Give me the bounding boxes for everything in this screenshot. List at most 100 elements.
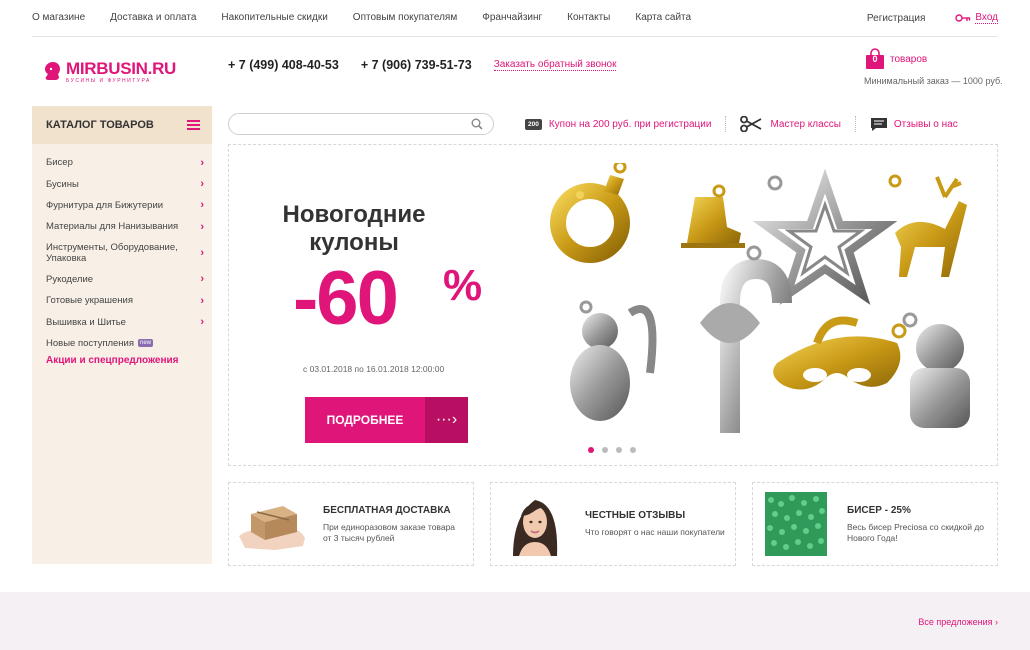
banner-title: Новогодние кулоны (282, 201, 426, 256)
sidebar-item-jewelry[interactable]: Готовые украшения › (32, 290, 212, 311)
account-links: Регистрация Вход (867, 12, 998, 24)
divider (725, 116, 727, 132)
sidebar-item-label: Рукоделие (46, 273, 94, 285)
slider-dot-4[interactable] (630, 447, 636, 453)
reviews-label: Отзывы о нас (893, 118, 958, 130)
feature-honest-reviews[interactable]: ЧЕСТНЫЕ ОТЗЫВЫ Что говорят о нас наши по… (490, 482, 736, 566)
shopping-bag-icon: 0 (864, 48, 886, 70)
catalog-sidebar: КАТАЛОГ ТОВАРОВ Бисер › Бусины › Фурнитура… (32, 106, 212, 564)
all-offers-link[interactable]: Все предложения › (918, 617, 998, 627)
top-divider (32, 36, 998, 37)
banner-button-label: ПОДРОБНЕЕ (326, 413, 404, 427)
sidebar-item-label: Инструменты, Оборудование, Упаковка (46, 242, 178, 265)
login-link[interactable]: Вход (955, 12, 998, 24)
sidebar-item-label: Новые поступления (46, 337, 134, 349)
chevron-right-icon: › (200, 199, 204, 212)
chevron-right-icon: › (200, 220, 204, 233)
logo-subtitle: БУСИНЫ И ФУРНИТУРА (66, 78, 151, 84)
sidebar-item-findings[interactable]: Фурнитура для Бижутерии › (32, 195, 212, 216)
sidebar-item-handicraft[interactable]: Рукоделие › (32, 269, 212, 290)
catalog-header[interactable]: КАТАЛОГ ТОВАРОВ (32, 106, 212, 144)
slider-dot-1[interactable] (588, 447, 594, 453)
login-label: Вход (975, 12, 998, 24)
sidebar-item-label: Готовые украшения (46, 295, 133, 307)
masterclass-link[interactable]: Мастер классы (740, 116, 841, 132)
topnav-franchise[interactable]: Франчайзинг (482, 12, 542, 23)
promo-banner[interactable]: Новогодние кулоны -60 % с 03.01.2018 по … (228, 144, 998, 466)
chevron-right-icon: › (200, 316, 204, 329)
coupon-tag-icon: 200 (525, 118, 542, 130)
skate-pendant (681, 184, 745, 248)
search-input[interactable] (239, 114, 469, 134)
cart-widget[interactable]: 0 товаров Минимальный заказ — 1000 руб. (864, 48, 1003, 86)
callback-link[interactable]: Заказать обратный звонок (493, 59, 617, 71)
coupon-label: Купон на 200 руб. при регистрации (548, 118, 712, 130)
coupon-link[interactable]: 200 Купон на 200 руб. при регистрации (525, 118, 712, 130)
green-seed-beads-image (765, 492, 827, 556)
banner-more-button[interactable]: ПОДРОБНЕЕ ···› (305, 397, 468, 443)
menu-burger-icon[interactable] (187, 120, 200, 130)
sidebar-item-stringing[interactable]: Материалы для Нанизывания › (32, 216, 212, 237)
promo-links: 200 Купон на 200 руб. при регистрации Ма… (525, 116, 958, 132)
divider (854, 116, 856, 132)
wreath-pendant (550, 163, 630, 263)
feature-title: ЧЕСТНЫЕ ОТЗЫВЫ (585, 510, 686, 521)
sidebar-item-specials[interactable]: Акции и спецпредложения (32, 355, 178, 366)
chevron-right-icon: › (200, 294, 204, 307)
chat-bubble-icon (870, 117, 887, 131)
search-icon[interactable] (471, 118, 483, 130)
reindeer-pendant (888, 174, 967, 277)
topnav-discounts[interactable]: Накопительные скидки (221, 12, 327, 23)
sidebar-item-label: Бисер (46, 157, 73, 169)
chevron-right-icon: › (200, 156, 204, 169)
feature-seed-beads-sale[interactable]: БИСЕР - 25% Весь бисер Preciosa со скидк… (752, 482, 998, 566)
sidebar-item-tools[interactable]: Инструменты, Оборудование, Упаковка › (32, 238, 212, 269)
sidebar-item-label: Вышивка и Шитье (46, 316, 126, 328)
reviews-link[interactable]: Отзывы о нас (870, 117, 958, 132)
banner-dates: с 03.01.2018 по 16.01.2018 12:00:00 (303, 364, 445, 374)
register-link[interactable]: Регистрация (867, 13, 925, 24)
topnav-delivery[interactable]: Доставка и оплата (110, 12, 196, 23)
topnav-wholesale[interactable]: Оптовым покупателям (353, 12, 457, 23)
feature-description: При единоразовом заказе товара от 3 тыся… (323, 521, 456, 543)
contact-phones: + 7 (499) 408-40-53 + 7 (906) 739-51-73 … (228, 58, 617, 72)
feature-description: Весь бисер Preciosa со скидкой до Нового… (847, 521, 985, 543)
arrow-right-icon: ···› (425, 397, 468, 443)
feature-free-delivery[interactable]: БЕСПЛАТНАЯ ДОСТАВКА При единоразовом зак… (228, 482, 474, 566)
slider-dot-2[interactable] (602, 447, 608, 453)
santa-pendant (902, 312, 970, 428)
parcel-in-hands-image (239, 506, 305, 550)
sidebar-item-embroidery[interactable]: Вышивка и Шитье › (32, 311, 212, 332)
sidebar-item-beads-seed[interactable]: Бисер › (32, 152, 212, 173)
chevron-right-icon: › (200, 178, 204, 191)
phone-secondary[interactable]: + 7 (906) 739-51-73 (361, 58, 472, 72)
new-badge: new (138, 339, 154, 348)
sidebar-item-new-arrivals[interactable]: Новые поступления new (32, 333, 212, 354)
topnav-about[interactable]: О магазине (32, 12, 85, 23)
christmas-pendants-image (550, 163, 970, 433)
banner-percent: % (443, 261, 483, 310)
phone-primary[interactable]: + 7 (499) 408-40-53 (228, 58, 339, 72)
logo-silhouette-icon (45, 62, 60, 80)
sidebar-item-beads[interactable]: Бусины › (32, 173, 212, 194)
feature-title: БИСЕР - 25% (847, 504, 911, 516)
slider-dot-3[interactable] (616, 447, 622, 453)
masterclass-label: Мастер классы (770, 118, 841, 130)
banner-discount: -60 (293, 256, 399, 341)
catalog-title: КАТАЛОГ ТОВАРОВ (46, 119, 154, 131)
topnav-sitemap[interactable]: Карта сайта (635, 12, 691, 23)
top-navigation: О магазине Доставка и оплата Накопительн… (32, 12, 716, 23)
site-logo[interactable]: MIRBUSIN.RU БУСИНЫ И ФУРНИТУРА (40, 60, 176, 84)
feature-description: Что говорят о нас наши покупатели (585, 527, 725, 537)
sidebar-item-label: Материалы для Нанизывания (46, 221, 179, 233)
cart-label[interactable]: товаров (890, 54, 927, 65)
sidebar-item-label: Бусины (46, 178, 79, 190)
topnav-contacts[interactable]: Контакты (567, 12, 610, 23)
scissors-icon (740, 116, 762, 132)
minimum-order-note: Минимальный заказ — 1000 руб. (864, 76, 1003, 86)
cart-count: 0 (872, 54, 878, 64)
sidebar-item-label: Фурнитура для Бижутерии (46, 199, 164, 211)
chevron-right-icon: › (200, 273, 204, 286)
offers-band (0, 592, 1030, 650)
all-offers-label: Все предложения (918, 617, 993, 627)
